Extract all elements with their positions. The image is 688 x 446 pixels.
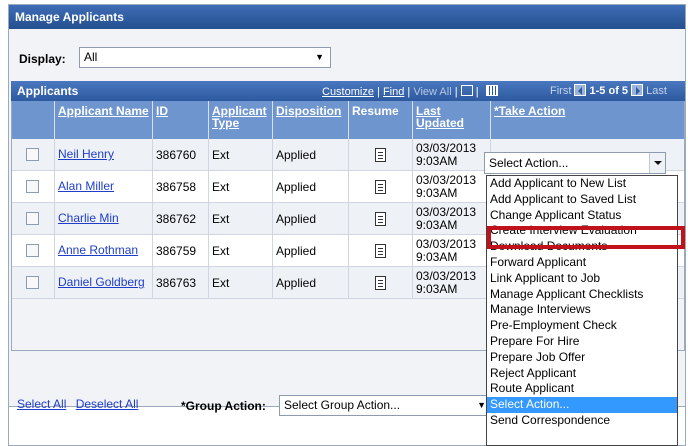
find-link[interactable]: Find: [383, 86, 404, 98]
last-updated: 03/03/2013 9:03AM: [413, 203, 491, 235]
applicant-type: Ext: [209, 235, 273, 267]
take-action-value: Select Action...: [489, 156, 569, 170]
column-id[interactable]: ID: [153, 101, 209, 139]
dropdown-option[interactable]: Prepare For Hire: [487, 334, 677, 350]
group-action-select[interactable]: Select Group Action... ▼: [279, 395, 493, 416]
dropdown-option[interactable]: Link Applicant to Job: [487, 271, 677, 287]
dropdown-option[interactable]: Change Applicant Status: [487, 208, 677, 224]
display-select[interactable]: All ▼: [79, 47, 331, 68]
applicant-id: 386762: [153, 203, 209, 235]
dropdown-option[interactable]: Add Applicant to Saved List: [487, 192, 677, 208]
applicant-name-link[interactable]: Daniel Goldberg: [58, 276, 145, 289]
row-checkbox[interactable]: [26, 180, 39, 193]
download-grid-icon[interactable]: [485, 85, 498, 96]
grid-title: Applicants: [17, 84, 79, 98]
customize-link[interactable]: Customize: [322, 86, 374, 98]
row-count: 1-5 of 5: [589, 85, 629, 97]
dropdown-option[interactable]: Add Applicant to New List: [487, 176, 677, 192]
resume-document-icon[interactable]: [375, 275, 386, 290]
applicant-name-link[interactable]: Charlie Min: [58, 212, 119, 225]
select-all-link[interactable]: Select All: [17, 397, 66, 411]
applicant-id: 386759: [153, 235, 209, 267]
column-resume: Resume: [349, 101, 413, 139]
first-label[interactable]: First: [550, 85, 571, 97]
applicant-id: 386760: [153, 139, 209, 171]
column-disposition[interactable]: Disposition: [273, 101, 349, 139]
row-checkbox[interactable]: [26, 148, 39, 161]
applicant-id: 386758: [153, 171, 209, 203]
applicant-name-link[interactable]: Anne Rothman: [58, 244, 138, 257]
next-arrow-icon[interactable]: [631, 84, 644, 96]
separator: |: [377, 86, 380, 98]
disposition: Applied: [273, 267, 349, 299]
view-all-link[interactable]: View All: [413, 86, 451, 98]
last-updated: 03/03/2013 9:03AM: [413, 171, 491, 203]
dropdown-option[interactable]: Forward Applicant: [487, 255, 677, 271]
column-take-action[interactable]: *Take Action: [491, 101, 685, 139]
dropdown-option[interactable]: Prepare Job Offer: [487, 350, 677, 366]
dropdown-option[interactable]: Pre-Employment Check: [487, 318, 677, 334]
disposition: Applied: [273, 171, 349, 203]
dropdown-option[interactable]: Manage Interviews: [487, 302, 677, 318]
resume-document-icon[interactable]: [375, 147, 386, 162]
row-checkbox[interactable]: [26, 276, 39, 289]
disposition: Applied: [273, 139, 349, 171]
applicant-type: Ext: [209, 203, 273, 235]
last-updated: 03/03/2013 9:03AM: [413, 139, 491, 171]
deselect-all-link[interactable]: Deselect All: [76, 397, 139, 411]
page-title: Manage Applicants: [9, 5, 685, 29]
take-action-dropdown: Add Applicant to New List Add Applicant …: [486, 175, 678, 446]
disposition: Applied: [273, 235, 349, 267]
dropdown-option[interactable]: Send Correspondence: [487, 413, 677, 429]
chevron-down-icon: ▼: [315, 52, 324, 62]
last-updated: 03/03/2013 9:03AM: [413, 235, 491, 267]
column-last-updated[interactable]: Last Updated: [413, 101, 491, 139]
applicant-name-link[interactable]: Alan Miller: [58, 180, 114, 193]
separator: |: [475, 86, 479, 98]
dropdown-option[interactable]: Manage Applicant Checklists: [487, 287, 677, 303]
chevron-down-icon: ▼: [477, 400, 486, 410]
take-action-select[interactable]: Select Action...: [484, 152, 666, 174]
previous-arrow-icon[interactable]: [574, 84, 587, 96]
annotation-highlight-box: [487, 226, 685, 249]
group-action-label: *Group Action:: [181, 399, 266, 413]
last-label[interactable]: Last: [646, 85, 667, 97]
applicant-type: Ext: [209, 171, 273, 203]
separator: |: [407, 86, 411, 98]
pagination: First 1-5 of 5 Last: [550, 84, 667, 97]
row-checkbox[interactable]: [26, 212, 39, 225]
applicant-id: 386763: [153, 267, 209, 299]
applicant-name-link[interactable]: Neil Henry: [58, 148, 114, 161]
grid-header: Applicants Customize | Find | View All |…: [11, 81, 685, 101]
resume-document-icon[interactable]: [375, 243, 386, 258]
column-applicant-name[interactable]: Applicant Name: [55, 101, 153, 139]
applicant-type: Ext: [209, 267, 273, 299]
row-checkbox[interactable]: [26, 244, 39, 257]
display-value: All: [84, 50, 98, 64]
disposition: Applied: [273, 203, 349, 235]
expand-grid-icon[interactable]: [460, 85, 473, 96]
separator: |: [454, 86, 458, 98]
group-action-value: Select Group Action...: [284, 398, 401, 412]
dropdown-option-selected[interactable]: Select Action...: [487, 397, 677, 413]
dropdown-option[interactable]: Reject Applicant: [487, 366, 677, 382]
resume-document-icon[interactable]: [375, 179, 386, 194]
chevron-down-icon[interactable]: [649, 153, 665, 173]
grid-links: Customize | Find | View All | |: [322, 85, 498, 98]
column-applicant-type[interactable]: Applicant Type: [209, 101, 273, 139]
applicant-type: Ext: [209, 139, 273, 171]
checkbox-column-header: [11, 101, 55, 139]
display-label: Display:: [19, 52, 66, 66]
bottom-actions: Select All Deselect All *Group Action: S…: [17, 395, 493, 421]
dropdown-option[interactable]: Route Applicant: [487, 381, 677, 397]
last-updated: 03/03/2013 9:03AM: [413, 267, 491, 299]
resume-document-icon[interactable]: [375, 211, 386, 226]
